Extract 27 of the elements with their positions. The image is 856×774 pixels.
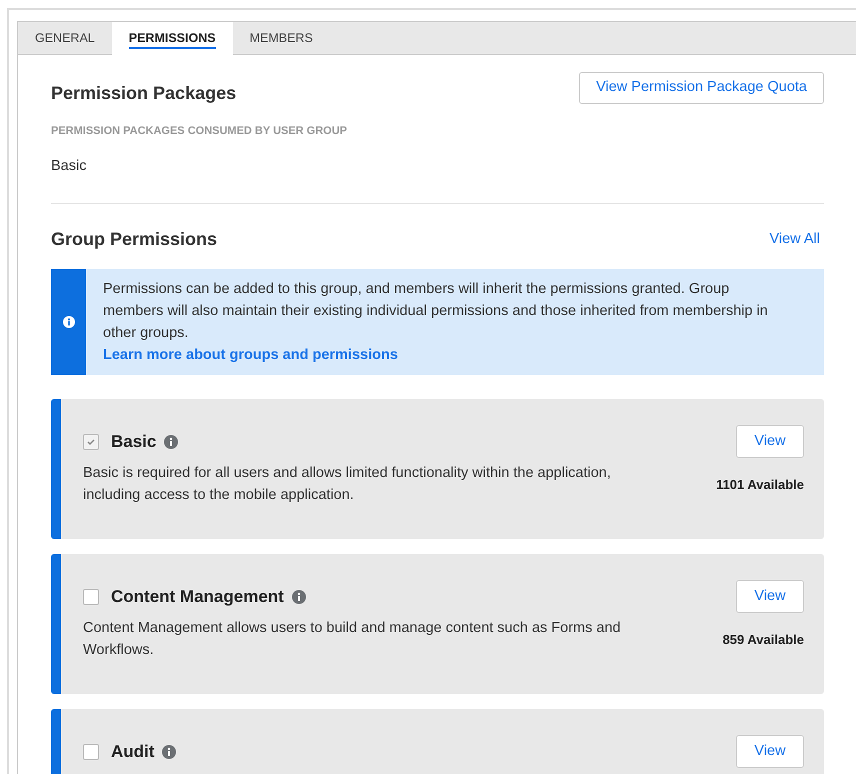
field-label: PERMISSION PACKAGES CONSUMED BY USER GROUP: [51, 124, 348, 139]
learn-more-link[interactable]: Learn more about groups and permissions: [103, 347, 398, 364]
checkbox[interactable]: [83, 744, 99, 760]
field-value: Basic: [51, 156, 88, 176]
section-heading: Group Permissions: [51, 228, 218, 252]
notice-text: Permissions can be added to this group, and members will inherit the permissions granted. Group members will also maintain their existing individual permissions and those inherited from membership in other groups.: [103, 280, 769, 344]
available-count: 859 Available: [722, 630, 804, 648]
available-count: 1101 Available: [716, 476, 804, 494]
view-button[interactable]: View: [736, 735, 804, 768]
info-icon: [162, 744, 176, 759]
tab[interactable]: MEMBERS: [232, 22, 330, 55]
view-all-link[interactable]: View All: [769, 228, 820, 251]
permission-name: Content Management: [111, 586, 284, 608]
checkmark-icon: [86, 436, 96, 447]
info-icon: [292, 590, 306, 604]
permission-name: Basic: [111, 431, 156, 453]
permission-description: Basic is required for all users and allows limited functionality within the application, including access to the mobile application.: [83, 464, 612, 506]
permission-name: Audit: [111, 741, 154, 763]
info-icon: [62, 316, 74, 328]
quota-button[interactable]: View Permission Package Quota: [579, 72, 824, 104]
tab[interactable]: GENERAL: [18, 22, 112, 55]
tab[interactable]: PERMISSIONS: [112, 22, 233, 55]
view-button[interactable]: View: [736, 580, 804, 614]
checkbox[interactable]: [83, 588, 99, 605]
info-icon: [164, 434, 178, 449]
permission-description: Content Management allows users to build and manage content such as Forms and Workflows.: [83, 619, 622, 660]
section-heading: Permission Packages: [51, 82, 236, 105]
